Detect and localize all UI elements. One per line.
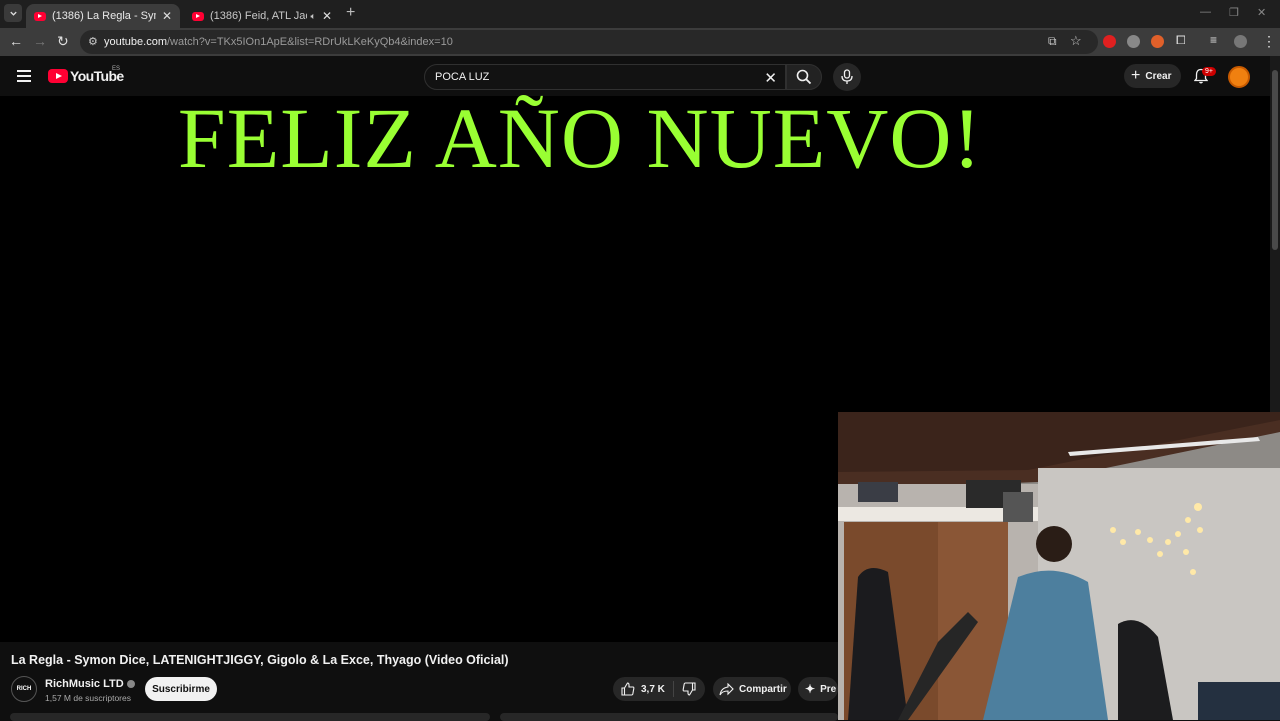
back-arrow-icon[interactable]: ← (9, 33, 23, 49)
thumbs-down-icon (682, 682, 696, 696)
forward-arrow-icon[interactable]: → (33, 33, 47, 49)
address-bar[interactable]: ⚙︎ youtube.com/watch?v=TKx5IOn1ApE&list=… (80, 30, 1098, 54)
share-label: Compartir (739, 683, 787, 695)
extension-orange-icon[interactable] (1151, 35, 1164, 48)
extensions-puzzle-icon[interactable]: ⧠ (1176, 33, 1186, 48)
microphone-icon (841, 69, 853, 84)
create-label: Crear (1145, 70, 1172, 82)
share-arrow-icon (719, 682, 734, 695)
chevron-down-icon (9, 11, 17, 16)
tab-title: (1386) Feid, ATL Jacob - LU (210, 10, 307, 22)
extension-gray-icon[interactable] (1127, 35, 1140, 48)
video-overlay-text: FELIZ AÑO NUEVO! (177, 90, 983, 186)
tab-inactive[interactable]: (1386) Feid, ATL Jacob - LU 🔈︎ ✕ (184, 4, 340, 28)
thumbs-up-icon (621, 682, 635, 696)
tab-active[interactable]: (1386) La Regla - Symon Dice, L ✕ (26, 4, 180, 28)
scrollbar-thumb[interactable] (1272, 70, 1278, 250)
account-avatar[interactable] (1228, 66, 1250, 88)
sparkle-icon: ✦ (805, 682, 816, 696)
subscriber-count: 1,57 M de suscriptores (45, 693, 131, 703)
create-button[interactable]: + Crear (1124, 64, 1181, 88)
minimize-icon[interactable]: — (1200, 6, 1211, 18)
video-title: La Regla - Symon Dice, LATENIGHTJIGGY, G… (11, 653, 509, 667)
like-count: 3,7 K (641, 683, 665, 695)
search-value: POCA LUZ (435, 71, 490, 83)
notifications-badge: 9+ (1202, 67, 1216, 76)
clear-search-icon[interactable]: ✕ (764, 69, 777, 87)
close-tab-icon[interactable]: ✕ (162, 9, 172, 23)
youtube-logo[interactable]: YouTube ES (48, 66, 124, 84)
bookmark-star-icon[interactable]: ☆ (1070, 33, 1082, 49)
media-controls-icon[interactable]: ≡ (1210, 33, 1217, 47)
search-button[interactable] (786, 64, 822, 90)
country-code: ES (112, 66, 121, 72)
browser-menu-icon[interactable]: ⋮ (1262, 33, 1276, 50)
speaker-icon[interactable]: 🔈︎ (311, 11, 316, 22)
profile-avatar-icon[interactable] (1234, 35, 1247, 48)
voice-search-button[interactable] (833, 63, 861, 91)
youtube-play-icon (48, 69, 68, 83)
subscribe-button[interactable]: Suscribirme (145, 677, 217, 701)
reload-icon[interactable]: ↻ (57, 33, 69, 50)
search-input[interactable]: POCA LUZ ✕ (424, 64, 786, 90)
new-tab-button[interactable]: + (346, 4, 355, 22)
ask-button[interactable]: ✦ Pre (798, 677, 838, 701)
extension-red-icon[interactable] (1103, 35, 1116, 48)
browser-toolbar: ← → ↻ ⚙︎ youtube.com/watch?v=TKx5IOn1ApE… (0, 28, 1280, 56)
restore-icon[interactable]: ❐ (1229, 6, 1239, 19)
url-text: youtube.com/watch?v=TKx5IOn1ApE&list=RDr… (104, 36, 453, 48)
youtube-favicon-icon (34, 11, 46, 21)
plus-icon: + (1131, 67, 1141, 84)
tab-search-button[interactable] (4, 4, 22, 22)
ask-label: Pre (820, 683, 837, 695)
search-icon (796, 69, 812, 85)
like-button[interactable]: 3,7 K (613, 681, 674, 697)
webcam-overlay (838, 412, 1280, 720)
site-info-icon[interactable]: ⚙︎ (88, 35, 98, 48)
tab-title: (1386) La Regla - Symon Dice, L (52, 10, 156, 22)
youtube-favicon-icon (192, 11, 204, 21)
dislike-button[interactable] (674, 682, 704, 696)
channel-avatar[interactable]: RICH (11, 676, 37, 702)
browser-tab-strip: (1386) La Regla - Symon Dice, L ✕ (1386)… (0, 0, 1280, 28)
like-dislike-group: 3,7 K (613, 677, 705, 701)
channel-name[interactable]: RichMusic LTD (45, 678, 135, 690)
close-tab-icon[interactable]: ✕ (322, 9, 332, 23)
verified-icon (126, 680, 135, 689)
close-window-icon[interactable]: ✕ (1257, 6, 1266, 19)
webcam-scene-image (838, 412, 1280, 720)
video-info: La Regla - Symon Dice, LATENIGHTJIGGY, G… (0, 642, 838, 721)
install-app-icon[interactable]: ⧉ (1048, 34, 1057, 49)
share-button[interactable]: Compartir (713, 677, 791, 701)
menu-hamburger-icon[interactable] (17, 70, 31, 85)
